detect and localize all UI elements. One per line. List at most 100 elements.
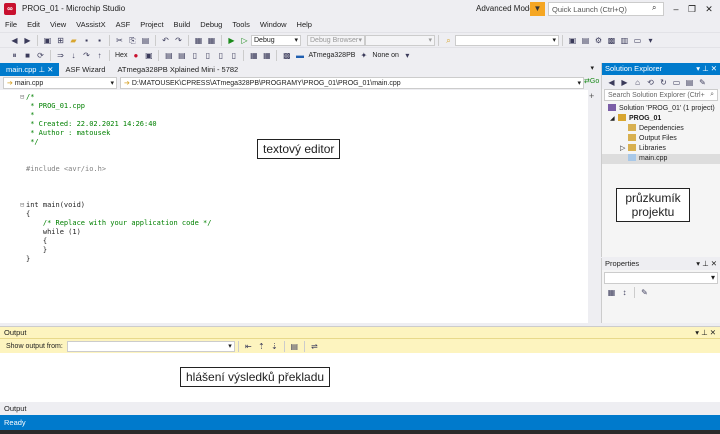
show-next-statement-icon[interactable]: ⇒	[55, 50, 66, 61]
close-button[interactable]: ✕	[701, 2, 717, 16]
find-combo[interactable]: ▾	[455, 34, 559, 46]
pin-icon[interactable]: ▾ ⊥ ✕	[696, 63, 717, 75]
device-selector[interactable]: ATmega328PB	[308, 52, 355, 59]
build-icon[interactable]: ▦	[193, 35, 204, 46]
tree-item[interactable]: ◢ PROG_01	[602, 114, 720, 124]
minimize-button[interactable]: –	[668, 2, 684, 16]
step-into-icon[interactable]: ↓	[68, 50, 79, 61]
save-all-icon[interactable]: ▪	[94, 35, 105, 46]
windows-icon[interactable]: ▣	[143, 50, 154, 61]
find-icon[interactable]: ⌕	[443, 35, 454, 46]
doc-tab[interactable]: ATmega328PB Xplained Mini - 5782	[111, 63, 244, 76]
forward-icon[interactable]: ▶	[619, 77, 630, 88]
categorized-icon[interactable]: ▦	[606, 287, 617, 298]
fold-toggle-icon[interactable]: ⊟	[20, 201, 24, 210]
device-info-icon[interactable]: ▦	[261, 50, 272, 61]
back-icon[interactable]: ◀	[9, 35, 20, 46]
stop-debugging-icon[interactable]: ■	[22, 50, 33, 61]
collapse-icon[interactable]: ▭	[671, 77, 682, 88]
refresh-icon[interactable]: ↻	[658, 77, 669, 88]
prev-bookmark-icon[interactable]: ▯	[202, 50, 213, 61]
open-folder-icon[interactable]: ▰	[68, 35, 79, 46]
properties-icon[interactable]: ▤	[684, 77, 695, 88]
restart-icon[interactable]: ⟳	[35, 50, 46, 61]
redo-icon[interactable]: ↷	[173, 35, 184, 46]
clear-bookmarks-icon[interactable]: ▯	[228, 50, 239, 61]
menu-view[interactable]: View	[45, 18, 71, 32]
step-over-icon[interactable]: ↷	[81, 50, 92, 61]
prev-message-icon[interactable]: ⇡	[256, 341, 267, 352]
alphabetical-icon[interactable]: ↕	[619, 287, 630, 298]
expand-icon[interactable]: +	[589, 91, 594, 101]
paste-icon[interactable]: ▤	[140, 35, 151, 46]
next-bookmark-icon[interactable]: ▯	[215, 50, 226, 61]
advanced-mode-label[interactable]: Advanced Mode	[476, 4, 534, 13]
menu-debug[interactable]: Debug	[195, 18, 227, 32]
output-source-combo[interactable]: ▾	[66, 340, 235, 352]
tree-item[interactable]: Dependencies	[602, 124, 720, 134]
output-tab[interactable]: Output	[0, 402, 720, 415]
home-icon[interactable]: ⌂	[632, 77, 643, 88]
device-pack-icon[interactable]: ▦	[248, 50, 259, 61]
property-pages-icon[interactable]: ✎	[639, 287, 650, 298]
pin-icon[interactable]: ▾ ⊥ ✕	[695, 327, 716, 339]
toolbar-options-icon[interactable]: ▾	[645, 35, 656, 46]
extension-icon[interactable]: ▩	[281, 50, 292, 61]
doc-tab[interactable]: main.cpp ⊥ ✕	[0, 63, 60, 76]
start-debugging-icon[interactable]: ▶	[226, 35, 237, 46]
new-project-icon[interactable]: ▣	[42, 35, 53, 46]
copy-icon[interactable]: ⎘	[127, 35, 138, 46]
add-item-icon[interactable]: ⊞	[55, 35, 66, 46]
window-icon[interactable]: ▭	[632, 35, 643, 46]
back-icon[interactable]: ◀	[606, 77, 617, 88]
rebuild-icon[interactable]: ▦	[206, 35, 217, 46]
toolbar-options-icon[interactable]: ▾	[402, 50, 413, 61]
chip-device-icon[interactable]: ▬	[294, 50, 305, 61]
bookmark-icon[interactable]: ▯	[189, 50, 200, 61]
close-tab-icon[interactable]: ⊥ ✕	[36, 65, 54, 74]
tree-item[interactable]: Solution 'PROG_01' (1 project)	[602, 104, 720, 114]
settings-icon[interactable]: ⚙	[593, 35, 604, 46]
menu-help[interactable]: Help	[292, 18, 317, 32]
menu-vassistx[interactable]: VAssistX	[71, 18, 110, 32]
filter-icon[interactable]: ▼	[530, 2, 545, 16]
device-programming-icon[interactable]: ▣	[567, 35, 578, 46]
properties-object-combo[interactable]: ▾	[604, 272, 718, 284]
step-out-icon[interactable]: ↑	[94, 50, 105, 61]
go-button[interactable]: ⇄Go	[584, 77, 599, 89]
menu-window[interactable]: Window	[255, 18, 292, 32]
memory-icon[interactable]: ▤	[580, 35, 591, 46]
chip-icon[interactable]: ▩	[606, 35, 617, 46]
tool-selector[interactable]: None on	[372, 52, 398, 59]
solution-search-input[interactable]: Search Solution Explorer (Ctrl+ ⌕	[604, 89, 718, 101]
comment-icon[interactable]: ▤	[163, 50, 174, 61]
undo-icon[interactable]: ↶	[160, 35, 171, 46]
cut-icon[interactable]: ✂	[114, 35, 125, 46]
find-message-icon[interactable]: ⇤	[243, 341, 254, 352]
search-icon[interactable]: ⌕	[652, 3, 656, 13]
menu-build[interactable]: Build	[169, 18, 196, 32]
next-message-icon[interactable]: ⇣	[269, 341, 280, 352]
collapse-arrow-icon[interactable]: ◢	[610, 114, 615, 124]
menu-asf[interactable]: ASF	[111, 18, 136, 32]
sync-icon[interactable]: ⟲	[645, 77, 656, 88]
hex-toggle[interactable]: Hex	[115, 52, 127, 59]
save-icon[interactable]: ▪	[81, 35, 92, 46]
break-all-icon[interactable]: ⏸	[9, 50, 20, 61]
tool-icon[interactable]: ✦	[358, 50, 369, 61]
platform-target-combo[interactable]: ▾	[365, 34, 435, 46]
editor-scrollbar[interactable]	[588, 90, 598, 323]
fold-toggle-icon[interactable]: ⊟	[20, 93, 24, 102]
forward-icon[interactable]: ▶	[22, 35, 33, 46]
start-without-debugging-icon[interactable]: ▷	[239, 35, 250, 46]
wrench-icon[interactable]: ✎	[697, 77, 708, 88]
doc-tab[interactable]: ASF Wizard	[59, 63, 111, 76]
menu-edit[interactable]: Edit	[22, 18, 45, 32]
breakpoints-icon[interactable]: ●	[130, 50, 141, 61]
expand-arrow-icon[interactable]: ▷	[620, 144, 625, 154]
tree-item[interactable]: ▷ Libraries	[602, 144, 720, 154]
tree-item[interactable]: Output Files	[602, 134, 720, 144]
path-combo[interactable]: ➔ D:\MATOUSEK\CPRESS\ATmega328PB\PROGRAM…	[120, 77, 584, 89]
maximize-button[interactable]: ❐	[684, 2, 700, 16]
uncomment-icon[interactable]: ▤	[176, 50, 187, 61]
